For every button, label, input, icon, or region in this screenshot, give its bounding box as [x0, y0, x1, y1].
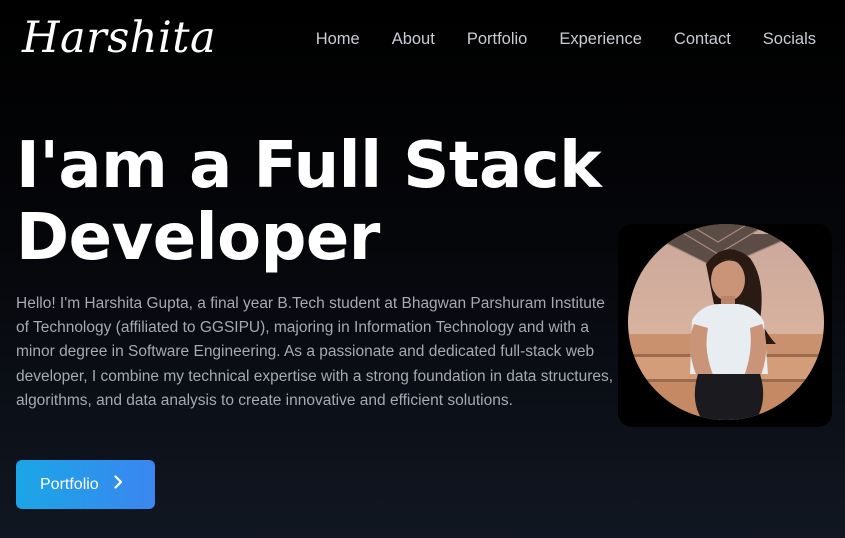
- nav-socials[interactable]: Socials: [763, 29, 816, 49]
- profile-photo-card: [618, 224, 832, 427]
- portfolio-button-label: Portfolio: [40, 475, 99, 493]
- main-nav: Home About Portfolio Experience Contact …: [316, 29, 816, 49]
- brand-logo[interactable]: Harshita: [22, 8, 216, 68]
- portfolio-button[interactable]: Portfolio: [16, 460, 155, 509]
- nav-about[interactable]: About: [392, 29, 435, 49]
- nav-contact[interactable]: Contact: [674, 29, 731, 49]
- hero-title-line1: I'am a Full Stack: [16, 129, 602, 203]
- chevron-right-icon: [113, 475, 123, 494]
- nav-home[interactable]: Home: [316, 29, 360, 49]
- hero-title: I'am a Full Stack Developer: [16, 130, 636, 274]
- nav-experience[interactable]: Experience: [559, 29, 642, 49]
- hero-description: Hello! I'm Harshita Gupta, a final year …: [16, 295, 614, 409]
- hero-title-line2: Developer: [16, 201, 380, 275]
- nav-portfolio[interactable]: Portfolio: [467, 29, 528, 49]
- profile-photo: [628, 224, 824, 420]
